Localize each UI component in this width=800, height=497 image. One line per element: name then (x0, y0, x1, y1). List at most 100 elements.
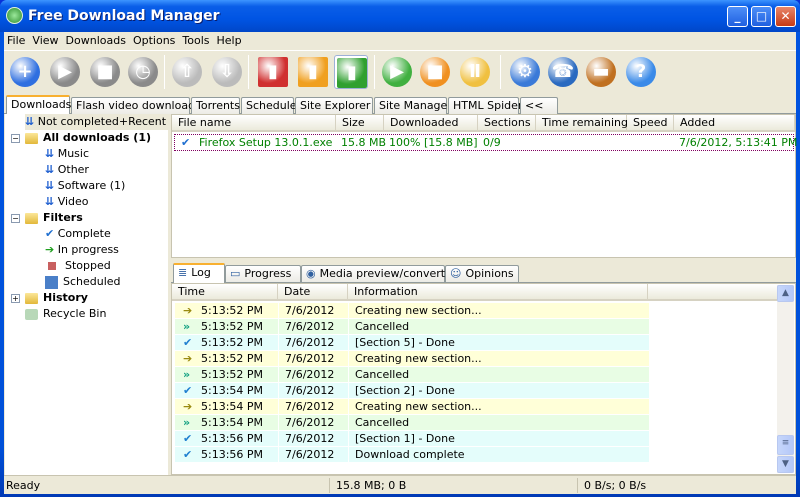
log-row[interactable]: ✔ 5:13:56 PM 7/6/2012 Download complete (175, 447, 649, 463)
tab-site-manager[interactable]: Site Manager (374, 97, 452, 114)
tree-item-stopped[interactable]: Stopped (45, 258, 111, 274)
tab-flash-video-downloads[interactable]: Flash video downloads (71, 97, 201, 114)
speed-low-button[interactable]: ▮ (256, 55, 290, 89)
log-info: [Section 2] - Done (348, 383, 455, 399)
arrow-icon: ➔ (183, 352, 193, 365)
log-row[interactable]: » 5:13:54 PM 7/6/2012 Cancelled (175, 415, 649, 431)
log-row[interactable]: ➔ 5:13:52 PM 7/6/2012 Creating new section.… (175, 351, 649, 367)
column-header[interactable]: Information (348, 284, 648, 301)
log-row[interactable]: ✔ 5:13:56 PM 7/6/2012 [Section 1] - Done (175, 431, 649, 447)
tree-label: Scheduled (63, 275, 121, 288)
sections: 0/9 (483, 136, 501, 149)
stop-button[interactable]: ■ (88, 55, 122, 89)
start-all-button[interactable]: ▶ (380, 55, 414, 89)
tree-item-complete[interactable]: ✔ Complete (45, 226, 111, 242)
tree-item-music[interactable]: ⇊ Music (45, 146, 89, 162)
column-header[interactable]: Time (172, 284, 278, 301)
column-header[interactable]: Sections (478, 115, 536, 132)
log-date: 7/6/2012 (278, 447, 334, 463)
pause-all-icon: Ⅱ (460, 57, 490, 87)
log-row[interactable]: ➔ 5:13:52 PM 7/6/2012 Creating new section.… (175, 303, 649, 319)
collapse-toggle[interactable]: − (11, 134, 20, 143)
schedule-clock-button[interactable]: ◷ (126, 55, 160, 89)
tab-site-explorer[interactable]: Site Explorer (295, 97, 373, 114)
status-size: 15.8 MB; 0 B (336, 479, 407, 492)
speed-high-button[interactable]: ▮ (334, 55, 368, 89)
menu-options[interactable]: Options (130, 32, 179, 49)
column-header[interactable]: Time remaining (536, 115, 628, 132)
menu-help[interactable]: Help (214, 32, 246, 49)
close-button[interactable]: ✕ (775, 6, 796, 27)
tree-item-software[interactable]: ⇊ Software (1) (45, 178, 125, 194)
divider (577, 478, 578, 493)
tree-label: Video (57, 195, 89, 208)
tree-item-filters[interactable]: Filters (25, 210, 83, 226)
log-row[interactable]: » 5:13:52 PM 7/6/2012 Cancelled (175, 367, 649, 383)
tree-item-video[interactable]: ⇊ Video (45, 194, 89, 210)
tab-media-preview-convert[interactable]: ◉ Media preview/convert (301, 265, 445, 282)
tab-scheduler[interactable]: Scheduler (241, 97, 301, 114)
download-row[interactable]: ✔ Firefox Setup 13.0.1.exe 15.8 MB 100% … (174, 134, 797, 151)
column-header[interactable]: Downloaded (384, 115, 478, 132)
log-time: 5:13:52 PM (201, 320, 264, 333)
tab-downloads[interactable]: Downloads (6, 95, 71, 115)
scroll-up-button[interactable]: ▲ (777, 285, 794, 302)
menu-tools[interactable]: Tools (179, 32, 213, 49)
column-header[interactable]: Size (336, 115, 384, 132)
tab-html-spider[interactable]: HTML Spider (448, 97, 522, 114)
menu-file[interactable]: File (4, 32, 29, 49)
column-header[interactable]: File name (172, 115, 336, 132)
speed-medium-button[interactable]: ▮ (296, 55, 330, 89)
log-scrollbar[interactable]: ▲ ≡ ▼ (777, 285, 794, 473)
dialup-globe-button[interactable]: ☎ (546, 55, 580, 89)
column-header[interactable]: Date (278, 284, 348, 301)
collapse-toggle[interactable]: − (11, 214, 20, 223)
tree-item-in-progress[interactable]: ➔ In progress (45, 242, 119, 258)
minimize-button[interactable]: _ (727, 6, 748, 27)
log-date: 7/6/2012 (278, 431, 334, 447)
speed (625, 135, 631, 151)
tab-label: Progress (244, 267, 292, 280)
tree-item-history[interactable]: History (25, 290, 88, 306)
double-chevron-icon: » (183, 320, 191, 333)
calendar-clock-icon (45, 275, 58, 289)
log-date: 7/6/2012 (278, 399, 334, 415)
tree-label: Music (57, 147, 90, 160)
help-button[interactable]: ? (624, 55, 658, 89)
tab-log[interactable]: ≣ Log (173, 263, 225, 283)
tree-item-all-downloads[interactable]: All downloads (1) (25, 130, 151, 146)
scroll-down-button[interactable]: ▼ (777, 456, 794, 473)
stop-all-button[interactable]: ■ (418, 55, 452, 89)
settings-gear-button[interactable]: ⚙ (508, 55, 542, 89)
maximize-button[interactable]: □ (751, 6, 772, 27)
expand-toggle[interactable]: + (11, 294, 20, 303)
title-bar[interactable]: Free Download Manager _ □ ✕ (0, 0, 800, 32)
scroll-thumb[interactable]: ≡ (777, 435, 794, 455)
log-row[interactable]: ✔ 5:13:52 PM 7/6/2012 [Section 5] - Done (175, 335, 649, 351)
tab-opinions[interactable]: ☺ Opinions (445, 265, 519, 282)
book-button[interactable]: ▬ (584, 55, 618, 89)
arrow-icon: ➔ (183, 304, 193, 317)
pause-all-button[interactable]: Ⅱ (458, 55, 492, 89)
move-down-button[interactable]: ⇩ (210, 55, 244, 89)
menu-view[interactable]: View (29, 32, 62, 49)
tree-label: Filters (43, 211, 83, 224)
log-info: Cancelled (348, 367, 409, 383)
tab-torrents[interactable]: Torrents (191, 97, 240, 114)
log-row[interactable]: » 5:13:52 PM 7/6/2012 Cancelled (175, 319, 649, 335)
tree-item-recent[interactable]: ⇊ Not completed+Recent (25, 114, 170, 130)
tree-item-other[interactable]: ⇊ Other (45, 162, 89, 178)
log-row[interactable]: ✔ 5:13:54 PM 7/6/2012 [Section 2] - Done (175, 383, 649, 399)
column-header[interactable]: Added (674, 115, 795, 132)
tab-progress[interactable]: ▭ Progress (225, 265, 301, 282)
menu-downloads[interactable]: Downloads (63, 32, 130, 49)
start-button[interactable]: ▶ (48, 55, 82, 89)
add-button[interactable]: + (8, 55, 42, 89)
tab-[interactable]: << (520, 97, 558, 114)
tree-item-recycle-bin[interactable]: Recycle Bin (25, 306, 106, 322)
detail-tabs: ≣ Log ▭ Progress ◉ Media preview/convert ☺ Opin… (171, 261, 796, 283)
move-up-button[interactable]: ⇧ (170, 55, 204, 89)
tree-item-scheduled[interactable]: Scheduled (45, 274, 121, 290)
column-header[interactable]: Speed (627, 115, 674, 132)
log-row[interactable]: ➔ 5:13:54 PM 7/6/2012 Creating new section.… (175, 399, 649, 415)
